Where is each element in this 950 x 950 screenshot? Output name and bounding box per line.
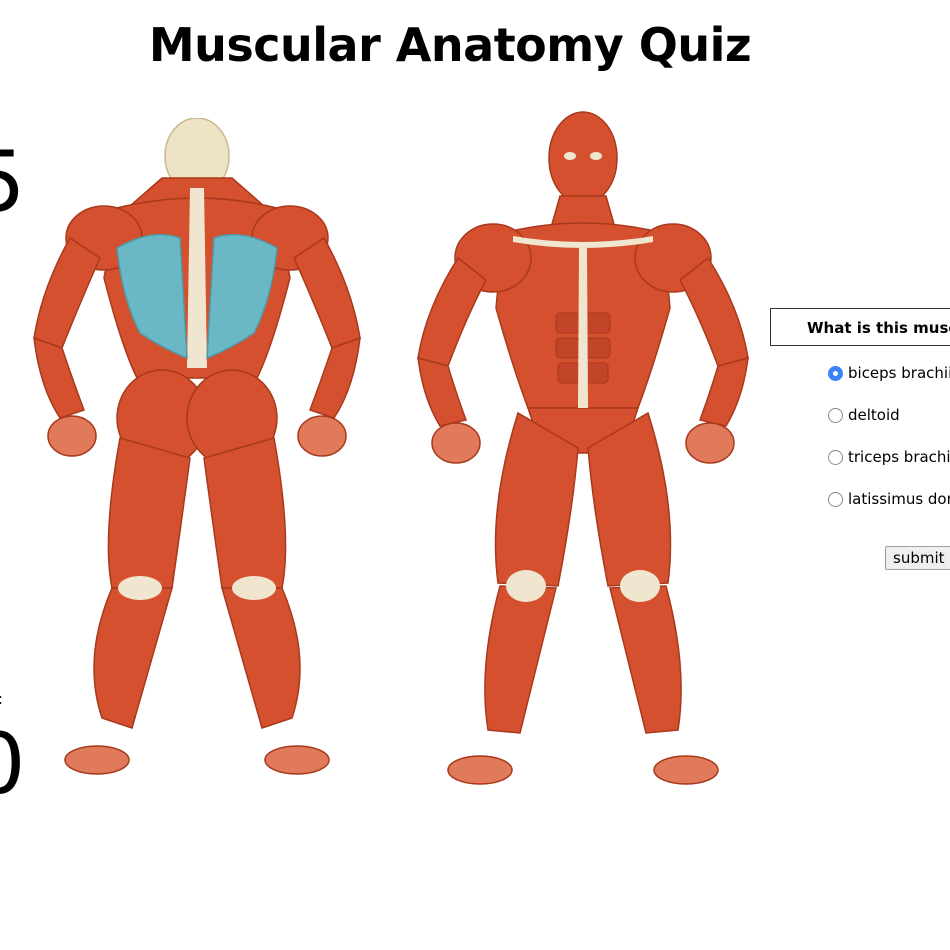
option-latissimus-dorsi[interactable]: latissimus dorsi	[828, 490, 950, 508]
option-label: biceps brachii	[848, 364, 950, 382]
submit-button[interactable]: submit	[885, 546, 950, 570]
question-prompt: What is this muscle?	[770, 308, 950, 346]
option-label: latissimus dorsi	[848, 490, 950, 508]
front-view-anatomy-figure	[408, 108, 758, 798]
option-label: triceps brachii	[848, 448, 950, 466]
option-deltoid[interactable]: deltoid	[828, 406, 900, 424]
radio-button[interactable]	[828, 407, 843, 423]
back-view-anatomy-figure	[22, 118, 372, 788]
radio-button-selected[interactable]	[828, 365, 843, 381]
quiz-panel: What is this muscle? biceps brachii delt…	[770, 308, 950, 570]
option-label: deltoid	[848, 406, 900, 424]
option-biceps-brachii[interactable]: biceps brachii	[828, 364, 950, 382]
option-triceps-brachii[interactable]: triceps brachii	[828, 448, 950, 466]
page-title: Muscular Anatomy Quiz	[148, 18, 752, 72]
score-label: r:	[0, 690, 3, 708]
radio-button[interactable]	[828, 491, 843, 507]
radio-button[interactable]	[828, 449, 843, 465]
